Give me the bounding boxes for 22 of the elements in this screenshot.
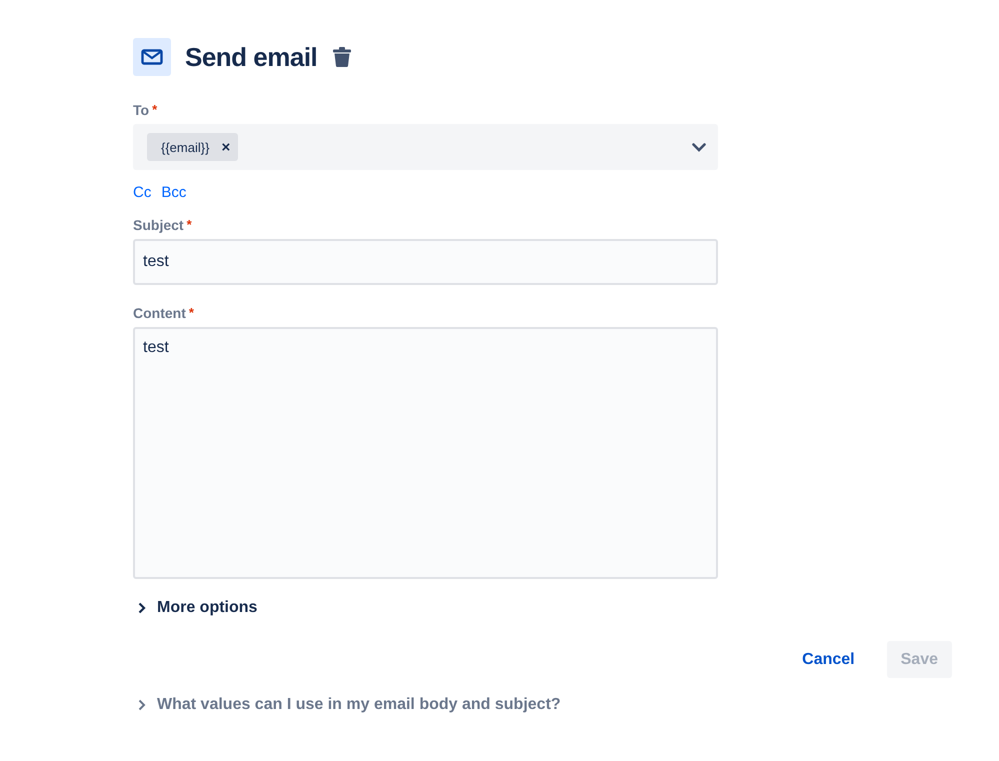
recipient-select[interactable]: {{email}} × <box>133 124 718 170</box>
help-toggle[interactable]: What values can I use in my email body and subject? <box>133 696 561 714</box>
envelope-icon <box>133 38 171 76</box>
tag-label: {{email}} <box>161 140 210 154</box>
recipient-link[interactable]: Bcc <box>161 184 186 201</box>
more-options-toggle[interactable]: More options <box>133 599 258 617</box>
subject-field[interactable]: test <box>133 239 718 285</box>
required-mark: * <box>152 102 158 117</box>
recipient-link[interactable]: Cc <box>133 184 152 201</box>
trash-icon[interactable] <box>333 47 352 67</box>
chevron-right-icon <box>138 699 146 711</box>
field-label: To <box>133 102 150 118</box>
required-mark: * <box>188 305 194 320</box>
page-title: Send email <box>185 42 318 72</box>
remove-tag-button[interactable]: × <box>219 138 232 156</box>
chevron-right-icon <box>138 602 146 614</box>
field-label: Content <box>133 305 186 321</box>
field-label: Subject <box>133 217 184 233</box>
cancel-button[interactable]: Cancel <box>788 641 869 678</box>
chevron-down-icon[interactable] <box>692 142 706 152</box>
content-field[interactable]: test <box>133 327 718 579</box>
required-mark: * <box>186 217 192 232</box>
